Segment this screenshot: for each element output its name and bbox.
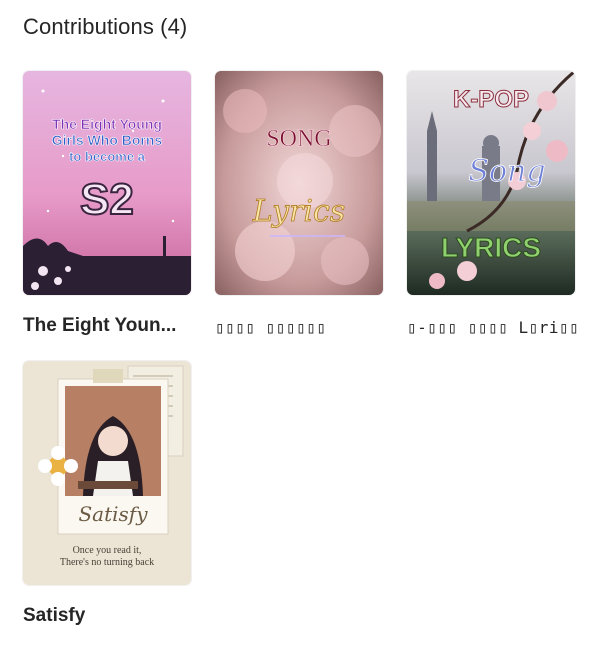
cover-line-1: SONG xyxy=(266,126,331,152)
book-cover[interactable]: Satisfy Once you read it, There's no tur… xyxy=(23,361,191,585)
section-title: Contributions (4) xyxy=(23,14,188,39)
contributions-page: Contributions (4) The Eight Young Girls … xyxy=(0,0,600,646)
book-card[interactable]: The Eight Young Girls Who Borns to becom… xyxy=(23,71,191,336)
cover-line-1: Satisfy xyxy=(78,502,148,526)
cover-line-3: LYRICS xyxy=(441,232,541,263)
book-title[interactable]: Satisfy xyxy=(23,605,213,627)
book-card[interactable]: Satisfy Once you read it, There's no tur… xyxy=(23,361,191,626)
book-card[interactable]: K-POP Song LYRICS ▯-▯▯▯ ▯▯▯▯ L▯ri▯▯ xyxy=(407,71,579,337)
book-title[interactable]: ▯▯▯▯ ▯▯▯▯▯▯ xyxy=(215,318,405,337)
book-cover[interactable]: K-POP Song LYRICS xyxy=(407,71,575,295)
cover-line-2: Lyrics xyxy=(252,194,345,229)
cover-line-4: S2 xyxy=(80,175,134,224)
cover-line-1: The Eight Young xyxy=(52,116,162,132)
cover-line-3: to become a xyxy=(69,149,146,164)
cover-line-2: Girls Who Borns xyxy=(52,132,163,148)
book-title[interactable]: The Eight Youn... xyxy=(23,315,213,337)
cover-line-2: Once you read it, xyxy=(73,545,142,556)
book-card[interactable]: SONG Lyrics ▯▯▯▯ ▯▯▯▯▯▯ xyxy=(215,71,383,337)
cover-line-1: K-POP xyxy=(453,86,529,113)
book-title[interactable]: ▯-▯▯▯ ▯▯▯▯ L▯ri▯▯ xyxy=(407,318,597,337)
cover-line-3: There's no turning back xyxy=(60,557,154,568)
book-cover[interactable]: The Eight Young Girls Who Borns to becom… xyxy=(23,71,191,295)
cover-line-2: Song xyxy=(468,154,545,189)
book-cover[interactable]: SONG Lyrics xyxy=(215,71,383,295)
